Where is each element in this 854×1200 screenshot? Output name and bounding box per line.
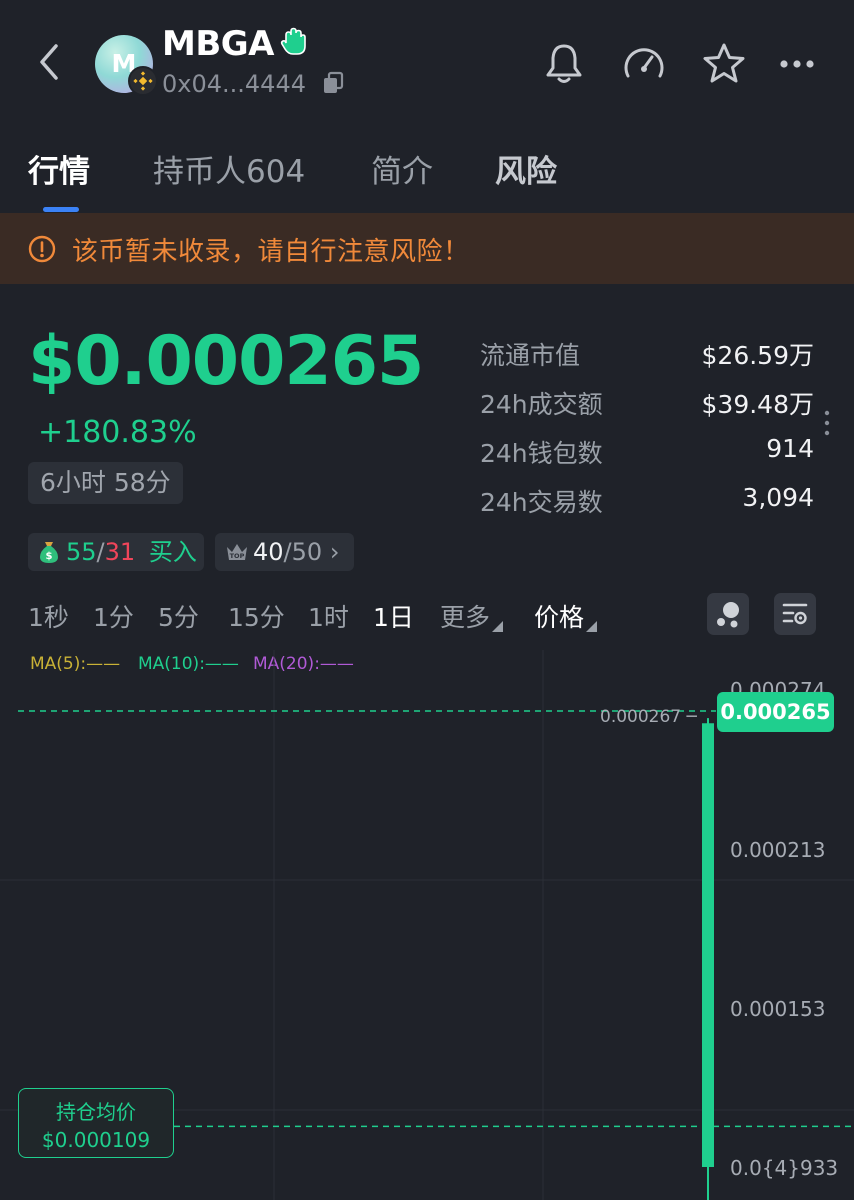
last-price-tag: 0.000265	[717, 692, 834, 732]
interval-1m[interactable]: 1分	[93, 598, 134, 634]
sell-count: 31	[104, 538, 136, 566]
average-cost-label: 持仓均价	[56, 1100, 136, 1124]
interval-1s[interactable]: 1秒	[28, 598, 69, 634]
bnb-chain-icon	[128, 66, 158, 96]
current-price: $0.000265	[28, 322, 424, 401]
buy-label: 买入	[148, 538, 197, 566]
y-axis-label: 0.0{4}933	[730, 1156, 838, 1180]
vertical-more-icon[interactable]	[822, 410, 832, 436]
y-axis-label: 0.000153	[730, 997, 825, 1021]
high-price-marker: 0.000267 ─	[600, 707, 698, 727]
gauge-icon[interactable]	[620, 40, 668, 88]
star-icon[interactable]	[700, 40, 748, 88]
stat-value-volume: $39.48万	[701, 390, 814, 419]
dropdown-triangle-icon	[492, 621, 504, 632]
price-change: +180.83%	[38, 415, 197, 450]
interval-1h[interactable]: 1时	[308, 598, 349, 634]
more-icon[interactable]	[774, 40, 822, 88]
buy-sell-chip[interactable]: $ 55/31 买入	[28, 533, 204, 571]
top-holders-separator: /	[283, 538, 292, 566]
bell-icon[interactable]	[540, 40, 588, 88]
price-mode-dropdown[interactable]: 价格	[534, 598, 598, 634]
tab-holders[interactable]: 持币人604	[153, 146, 305, 191]
crown-top-icon: TOP	[227, 544, 247, 560]
chevron-right-icon: ›	[329, 538, 340, 566]
price-mode-label: 价格	[534, 603, 585, 632]
more-intervals-label: 更多	[440, 603, 491, 632]
bubbles-icon	[717, 602, 739, 628]
svg-text:$: $	[46, 551, 53, 562]
token-name: MBGA	[162, 24, 274, 64]
money-bag-icon: $	[40, 542, 58, 563]
active-tab-indicator	[43, 207, 79, 212]
stat-value-trades: 3,094	[742, 483, 814, 512]
top-holders-count: 40	[253, 538, 284, 566]
token-age-chip: 6小时 58分	[28, 462, 183, 504]
stat-value-wallets: 914	[766, 434, 814, 463]
back-arrow-icon[interactable]	[36, 42, 62, 82]
buy-count: 55	[66, 538, 97, 566]
average-cost-box[interactable]: 持仓均价 $0.000109	[18, 1088, 174, 1158]
stat-value-market-cap: $26.59万	[701, 341, 814, 370]
interval-5m[interactable]: 5分	[158, 598, 199, 634]
top-holders-total: 50	[291, 538, 323, 566]
warning-icon	[28, 235, 56, 263]
chart-settings-button[interactable]	[774, 593, 816, 635]
chart-settings-icon	[782, 603, 808, 625]
more-intervals-dropdown[interactable]: 更多	[440, 598, 504, 634]
average-cost-value: $0.000109	[41, 1128, 151, 1152]
interval-15m[interactable]: 15分	[228, 598, 285, 634]
stat-label-volume: 24h成交额	[480, 390, 603, 419]
risk-warning-text: 该币暂未收录，请自行注意风险！	[72, 237, 470, 267]
indicator-toggle-button[interactable]	[707, 593, 749, 635]
verified-hand-icon	[280, 27, 306, 55]
buy-sell-separator: /	[96, 538, 105, 566]
candle-body	[702, 723, 714, 1167]
y-axis-label: 0.000213	[730, 838, 825, 862]
tab-market[interactable]: 行情	[28, 146, 90, 191]
stat-label-trades: 24h交易数	[480, 488, 603, 517]
contract-address: 0x04...4444	[162, 70, 306, 98]
copy-icon[interactable]	[322, 71, 344, 95]
dropdown-triangle-icon	[586, 621, 598, 632]
tab-intro[interactable]: 简介	[371, 146, 433, 191]
stat-label-market-cap: 流通市值	[480, 341, 581, 370]
top-holders-chip[interactable]: TOP 40/50 ›	[215, 533, 354, 571]
stat-label-wallets: 24h钱包数	[480, 439, 603, 468]
tab-risk[interactable]: 风险	[495, 146, 557, 191]
interval-1d[interactable]: 1日	[373, 598, 414, 634]
svg-text:TOP: TOP	[230, 552, 245, 560]
